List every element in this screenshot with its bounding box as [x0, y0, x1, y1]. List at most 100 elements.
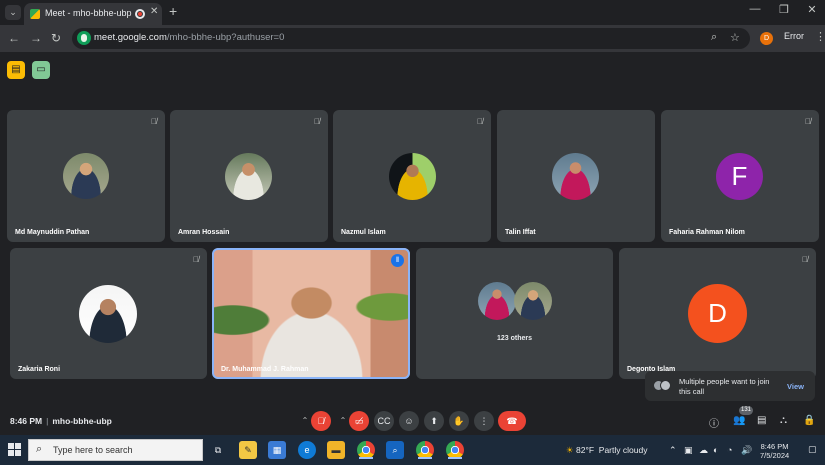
tray-app-icon[interactable]: ▣ — [684, 445, 693, 456]
restore-button[interactable]: ❐ — [773, 3, 795, 16]
mic-toggle-button[interactable]: 🎙̸ — [311, 411, 331, 431]
captions-button[interactable]: CC — [374, 411, 394, 431]
browser-menu-icon[interactable]: ⋮ — [815, 30, 825, 43]
chat-icon[interactable]: ▤ — [757, 415, 766, 426]
view-requests-button[interactable]: View — [787, 382, 804, 391]
mic-off-icon: 🎙̸ — [805, 117, 811, 126]
participant-tile-presenter[interactable]: ⦀ Dr. Muhammad J. Rahman — [213, 248, 410, 379]
host-lock-icon[interactable]: 🔒 — [803, 415, 815, 426]
chrome-profile-icon[interactable] — [416, 441, 434, 459]
participant-tile[interactable]: Talin Iffat — [497, 110, 655, 242]
back-arrow-icon[interactable]: ← — [8, 31, 20, 45]
tab-close-icon[interactable]: ✕ — [150, 6, 158, 17]
network-icon[interactable]: ◔ — [727, 445, 732, 455]
chrome-icon[interactable] — [357, 441, 375, 459]
partly-cloudy-icon: ☀ — [566, 445, 574, 455]
file-explorer-icon[interactable]: ▬ — [327, 441, 345, 459]
participant-name: Amran Hossain — [178, 229, 230, 236]
minimize-button[interactable]: — — [744, 3, 766, 15]
app-icon[interactable]: ⌕ — [386, 441, 404, 459]
chrome-active-icon[interactable] — [446, 441, 464, 459]
avatar — [63, 153, 109, 199]
reload-icon[interactable]: ↻ — [51, 31, 61, 45]
participant-tile[interactable]: 🎙̸ Amran Hossain — [170, 110, 328, 242]
toast-message: Multiple people want to join this call — [679, 377, 770, 396]
present-screen-button[interactable]: ⬆ — [424, 411, 444, 431]
tray-app2-icon[interactable]: ◐ — [713, 445, 718, 455]
windows-start-icon[interactable] — [8, 443, 21, 456]
recording-indicator-icon — [135, 9, 145, 19]
tab-meet[interactable]: Meet - mho-bbhe-ubp ✕ — [24, 3, 162, 25]
close-window-button[interactable]: ✕ — [801, 3, 823, 16]
url-text: meet.google.com/mho-bbhe-ubp?authuser=0 — [94, 32, 285, 43]
new-tab-button[interactable]: + — [169, 3, 177, 19]
raise-hand-button[interactable]: ✋ — [449, 411, 469, 431]
activities-icon[interactable]: ⛬ — [780, 415, 787, 426]
participant-video — [213, 248, 410, 379]
video-options-chevron-icon[interactable]: ⌃ — [336, 411, 350, 431]
participant-name: Zakaria Roni — [18, 366, 61, 373]
people-icon[interactable]: 👥 — [733, 415, 745, 426]
task-view-icon[interactable]: ⧉ — [209, 441, 227, 459]
participant-tile[interactable]: 🎙̸ Zakaria Roni — [10, 248, 207, 379]
meeting-code: mho-bbhe-ubp — [52, 416, 112, 426]
system-clock[interactable]: 8:46 PM 7/5/2024 — [760, 442, 789, 460]
participant-tile[interactable]: 🎙̸ Nazmul Islam — [333, 110, 491, 242]
participant-tile[interactable]: 🎙̸ D Degonto Islam — [619, 248, 816, 379]
onedrive-icon[interactable]: ☁ — [699, 445, 708, 456]
meeting-details-icon[interactable]: ⓘ — [709, 415, 719, 430]
participant-name: Dr. Muhammad J. Rahman — [221, 366, 309, 373]
join-request-toast: Multiple people want to join this call V… — [645, 371, 815, 401]
tab-title: Meet - mho-bbhe-ubp — [45, 8, 132, 18]
tab-strip: ⌄ Meet - mho-bbhe-ubp ✕ + — ❐ ✕ — [0, 0, 825, 25]
search-icon: ⌕ — [36, 443, 43, 455]
participant-name: Nazmul Islam — [341, 229, 386, 236]
search-placeholder: Type here to search — [53, 445, 133, 455]
requesters-avatars — [653, 380, 671, 391]
avatar — [389, 153, 436, 200]
avatar: D — [688, 284, 747, 343]
zoom-icon[interactable]: ⌕ — [711, 31, 717, 44]
system-date: 7/5/2024 — [760, 451, 790, 460]
notes-app-icon[interactable]: ✎ — [239, 441, 257, 459]
mic-off-icon: 🎙̸ — [193, 255, 199, 264]
avatar — [478, 282, 516, 320]
profile-avatar[interactable]: D — [760, 32, 773, 45]
system-time: 8:46 PM — [760, 442, 789, 451]
tray-chevron-icon[interactable]: ⌃ — [669, 445, 677, 456]
avatar — [79, 285, 137, 343]
leave-call-button[interactable]: ☎ — [498, 411, 526, 431]
participant-tile[interactable]: 🎙̸ F Faharia Rahman Nilom — [661, 110, 819, 242]
calendar-app-icon[interactable]: ▦ — [268, 441, 286, 459]
emoji-reactions-button[interactable]: ☺ — [399, 411, 419, 431]
audio-options-chevron-icon[interactable]: ⌃ — [298, 411, 312, 431]
participant-tile-others[interactable]: 123 others — [416, 248, 613, 379]
host-controls-icon[interactable]: ▤ — [7, 61, 25, 79]
meeting-info: 8:46 PM | mho-bbhe-ubp — [10, 416, 112, 426]
address-bar[interactable]: meet.google.com/mho-bbhe-ubp?authuser=0 … — [72, 28, 750, 49]
camera-toggle-button[interactable]: ▭̸ — [349, 411, 369, 431]
edge-browser-icon[interactable]: e — [298, 441, 316, 459]
participant-name: Faharia Rahman Nilom — [669, 229, 745, 236]
avatar — [514, 282, 552, 320]
tab-search-chevron-icon[interactable]: ⌄ — [5, 5, 21, 20]
forward-arrow-icon[interactable]: → — [30, 31, 42, 45]
mic-off-icon: 🎙̸ — [477, 117, 483, 126]
weather-widget[interactable]: ☀ 82°F Partly cloudy — [566, 445, 647, 456]
error-button[interactable]: Error — [784, 31, 804, 41]
avatar — [225, 153, 272, 200]
volume-icon[interactable]: 🔊 — [741, 445, 752, 456]
mic-off-icon: 🎙̸ — [802, 255, 808, 264]
notification-icon[interactable]: ▢ — [808, 444, 817, 455]
bookmark-star-icon[interactable]: ☆ — [730, 31, 740, 44]
site-info-icon[interactable] — [77, 31, 91, 45]
participant-tile[interactable]: 🎙̸ Md Maynuddin Pathan — [7, 110, 165, 242]
mic-off-icon: 🎙̸ — [314, 117, 320, 126]
windows-taskbar: ⌕ Type here to search ⧉ ✎ ▦ e ▬ ⌕ ☀ 82°F… — [0, 435, 825, 465]
more-options-button[interactable]: ⋮ — [474, 411, 494, 431]
mic-off-icon: 🎙̸ — [151, 117, 157, 126]
participant-name: Md Maynuddin Pathan — [15, 229, 90, 236]
taskbar-search-input[interactable]: ⌕ Type here to search — [28, 439, 203, 461]
others-count: 123 others — [496, 335, 533, 342]
captions-panel-icon[interactable]: ▭ — [32, 61, 50, 79]
